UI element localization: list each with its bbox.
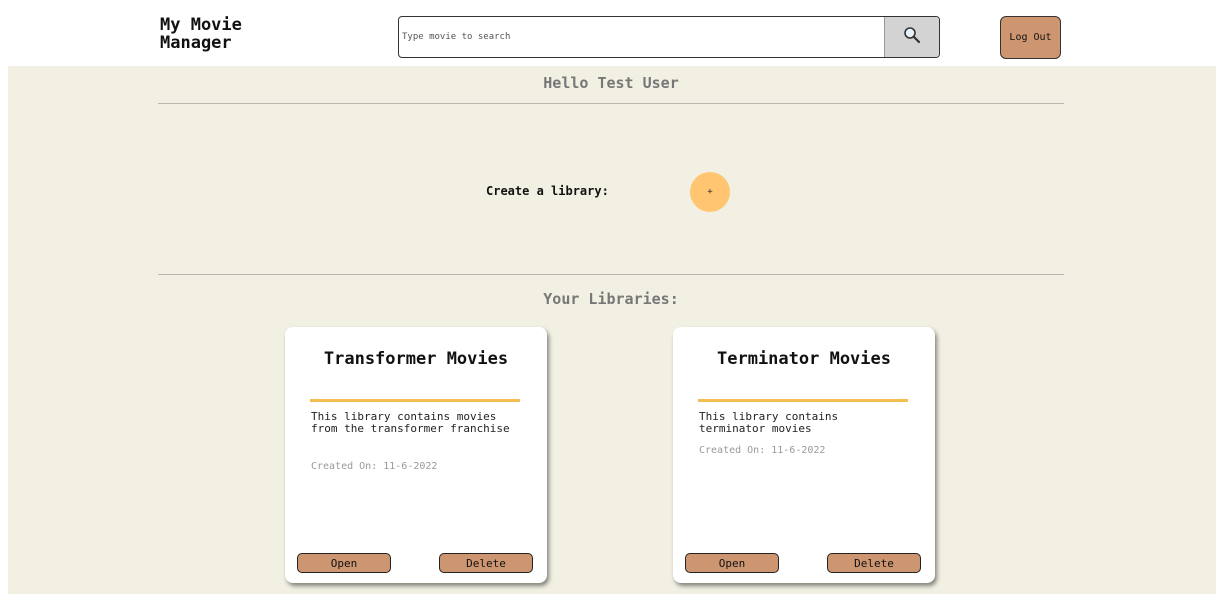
library-description: This library contains terminator movies — [699, 410, 839, 435]
greeting-heading: Hello Test User — [543, 74, 679, 92]
library-title: Transformer Movies — [323, 349, 509, 369]
libraries-heading: Your Libraries: — [543, 290, 679, 308]
delete-library-button[interactable]: Delete — [827, 553, 921, 573]
brand-title[interactable]: My Movie Manager — [160, 16, 340, 52]
delete-library-button[interactable]: Delete — [439, 553, 533, 573]
divider-middle — [158, 274, 1064, 275]
library-description: This library contains movies from the tr… — [311, 410, 510, 435]
brand-line-1: My Movie — [160, 15, 242, 35]
app-root: My Movie Manager Log Out Hello Test User… — [0, 0, 1216, 594]
create-library-label: Create a library: — [486, 184, 609, 198]
search-input[interactable] — [399, 17, 885, 57]
open-library-button[interactable]: Open — [685, 553, 779, 573]
library-card: Terminator Movies This library contains … — [673, 327, 935, 583]
create-library-button[interactable]: + — [690, 172, 730, 212]
library-created-date: Created On: 11-6-2022 — [311, 461, 438, 472]
library-title-underline — [698, 399, 908, 402]
library-title-underline — [310, 399, 520, 402]
search-box — [398, 16, 940, 58]
divider-top — [158, 103, 1064, 104]
open-library-button[interactable]: Open — [297, 553, 391, 573]
brand-line-2: Manager — [160, 33, 232, 53]
main-content: Hello Test User Create a library: + Your… — [8, 66, 1216, 594]
library-card: Transformer Movies This library contains… — [285, 327, 547, 583]
header-bar: My Movie Manager Log Out — [0, 0, 1216, 66]
search-button[interactable] — [884, 17, 939, 57]
library-title: Terminator Movies — [717, 349, 891, 369]
library-created-date: Created On: 11-6-2022 — [699, 445, 826, 456]
logout-button[interactable]: Log Out — [1000, 16, 1061, 59]
search-icon — [903, 26, 921, 48]
